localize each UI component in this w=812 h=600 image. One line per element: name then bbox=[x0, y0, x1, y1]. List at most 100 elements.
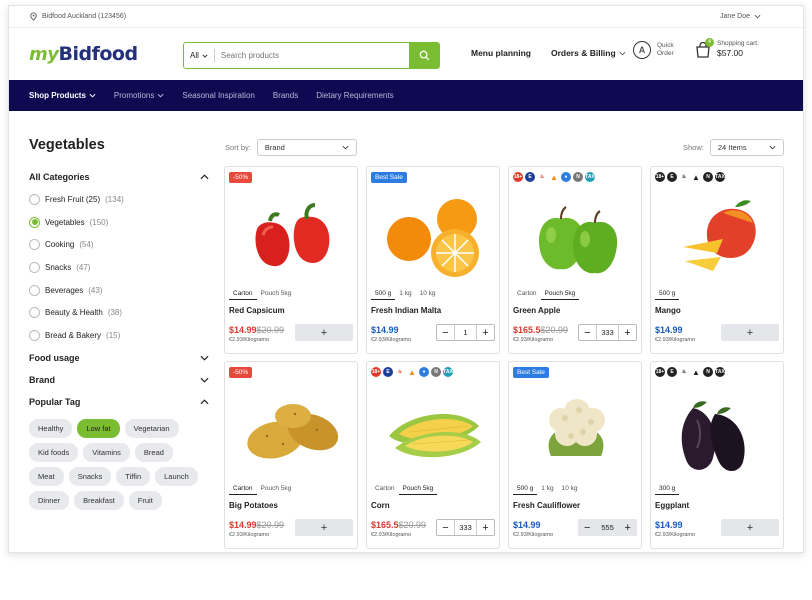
minus-button[interactable]: − bbox=[584, 522, 590, 534]
unit-option[interactable]: 500 g bbox=[513, 483, 538, 495]
product-card[interactable]: 18+ E ♨ ▲ ● N TAX Carton Pouch 5kg Corn $165.5$… bbox=[366, 361, 500, 549]
search-button[interactable] bbox=[409, 43, 439, 68]
unit-option[interactable]: 1 kg bbox=[395, 288, 415, 300]
tag-chip[interactable]: Kid foods bbox=[29, 442, 79, 462]
product-image[interactable] bbox=[229, 380, 355, 482]
unit-option[interactable]: 1 kg bbox=[537, 483, 557, 495]
category-item[interactable]: Vegetables (150) bbox=[29, 211, 209, 234]
product-name[interactable]: Corn bbox=[371, 501, 390, 510]
plus-button[interactable]: + bbox=[619, 325, 636, 340]
product-card[interactable]: 18+ E ♨ ▲ N TAX 300 g Eggplant $14.99 €2.93/K… bbox=[650, 361, 784, 549]
user-menu[interactable]: Jane Doe bbox=[720, 13, 761, 20]
category-item[interactable]: Fresh Fruit (25) (134) bbox=[29, 188, 209, 211]
add-to-cart-button[interactable]: + bbox=[721, 324, 779, 341]
product-name[interactable]: Eggplant bbox=[655, 501, 689, 510]
minus-button[interactable]: − bbox=[437, 325, 454, 340]
category-radio[interactable] bbox=[29, 284, 40, 296]
plus-button[interactable]: + bbox=[477, 520, 494, 535]
location-selector[interactable]: Bidfood Auckland (123456) bbox=[29, 12, 126, 21]
unit-option[interactable]: Pouch 5kg bbox=[398, 483, 438, 495]
product-name[interactable]: Fresh Cauliflower bbox=[513, 501, 580, 510]
unit-option[interactable]: Carton bbox=[371, 483, 399, 495]
category-radio[interactable] bbox=[29, 239, 40, 251]
items-per-page-dropdown[interactable]: 24 Items bbox=[709, 139, 784, 156]
category-radio[interactable] bbox=[29, 307, 40, 319]
plus-button[interactable]: + bbox=[477, 325, 494, 340]
shopping-cart-button[interactable]: 4 Shopping cart: $57.00 bbox=[695, 38, 759, 59]
unit-option[interactable]: Carton bbox=[513, 288, 541, 300]
product-image[interactable] bbox=[229, 185, 355, 287]
tag-chip[interactable]: Breakfast bbox=[74, 490, 124, 510]
tag-chip[interactable]: Launch bbox=[155, 466, 198, 486]
product-name[interactable]: Fresh Indian Malta bbox=[371, 306, 441, 315]
nav-promotions[interactable]: Promotions bbox=[114, 91, 164, 100]
unit-option[interactable]: Pouch 5kg bbox=[540, 288, 580, 300]
quantity-value[interactable]: 333 bbox=[596, 325, 619, 340]
unit-option[interactable]: 500 g bbox=[371, 288, 396, 300]
unit-option[interactable]: Pouch 5kg bbox=[257, 288, 296, 300]
product-name[interactable]: Mango bbox=[655, 306, 681, 315]
nav-seasonal-inspiration[interactable]: Seasonal Inspiration bbox=[182, 91, 255, 100]
product-image[interactable] bbox=[371, 185, 497, 287]
tag-chip[interactable]: Fruit bbox=[128, 490, 162, 510]
product-image[interactable] bbox=[655, 185, 781, 287]
product-card[interactable]: Best Sale 500 g1 kg 10 kg Fresh Cauliflow… bbox=[508, 361, 642, 549]
tag-chip[interactable]: Vegetarian bbox=[124, 418, 179, 438]
category-item[interactable]: Snacks (47) bbox=[29, 256, 209, 279]
add-to-cart-button[interactable]: + bbox=[721, 519, 779, 536]
menu-planning-link[interactable]: Menu planning bbox=[471, 48, 531, 58]
product-card[interactable]: Best Sale 500 g1 kg 10 kg Fresh Indian Ma… bbox=[366, 166, 500, 354]
popular-tag-header[interactable]: Popular Tag bbox=[29, 391, 209, 413]
minus-button[interactable]: − bbox=[437, 520, 454, 535]
quantity-value[interactable]: 555 bbox=[601, 523, 614, 532]
tag-chip[interactable]: Meat bbox=[29, 466, 64, 486]
search-input[interactable] bbox=[214, 51, 409, 60]
product-name[interactable]: Green Apple bbox=[513, 306, 560, 315]
unit-option[interactable]: 10 kg bbox=[416, 288, 440, 300]
nav-shop-products[interactable]: Shop Products bbox=[29, 91, 96, 100]
category-radio[interactable] bbox=[29, 193, 40, 205]
orders-billing-menu[interactable]: Orders & Billing bbox=[551, 48, 626, 58]
tag-chip[interactable]: Bread bbox=[134, 442, 173, 462]
tag-chip[interactable]: Vitamins bbox=[83, 442, 130, 462]
product-image[interactable] bbox=[513, 380, 639, 482]
product-image[interactable] bbox=[655, 380, 781, 482]
nav-dietary-requirements[interactable]: Dietary Requirements bbox=[316, 91, 393, 100]
category-item[interactable]: Bread & Bakery (15) bbox=[29, 324, 209, 347]
product-name[interactable]: Red Capsicum bbox=[229, 306, 285, 315]
category-radio[interactable] bbox=[29, 329, 40, 341]
category-item[interactable]: Beverages (43) bbox=[29, 279, 209, 302]
product-card[interactable]: -50% Carton Pouch 5kg Red Capsicum $14.99… bbox=[224, 166, 358, 354]
product-image[interactable] bbox=[371, 380, 497, 482]
unit-option[interactable]: 10 kg bbox=[558, 483, 582, 495]
product-image[interactable] bbox=[513, 185, 639, 287]
tag-chip[interactable]: Healthy bbox=[29, 418, 73, 438]
product-card[interactable]: 18+ E ♨ ▲ ● N TAX Carton Pouch 5kg Green Apple … bbox=[508, 166, 642, 354]
quick-order-button[interactable]: A Quick Order bbox=[633, 41, 674, 59]
unit-option[interactable]: Carton bbox=[229, 288, 257, 300]
product-card[interactable]: -50% Carton Pouch 5kg Big Potatoes $14.99… bbox=[224, 361, 358, 549]
add-to-cart-button[interactable]: + bbox=[295, 324, 353, 341]
brand-header[interactable]: Brand bbox=[29, 369, 209, 391]
nav-brands[interactable]: Brands bbox=[273, 91, 298, 100]
tag-chip[interactable]: Tiffin bbox=[116, 466, 151, 486]
tag-chip[interactable]: Dinner bbox=[29, 490, 70, 510]
unit-option[interactable]: 500 g bbox=[655, 288, 680, 300]
unit-option[interactable]: Carton bbox=[229, 483, 257, 495]
add-to-cart-button[interactable]: + bbox=[295, 519, 353, 536]
category-radio[interactable] bbox=[29, 216, 40, 228]
quantity-value[interactable]: 333 bbox=[454, 520, 477, 535]
search-scope-dropdown[interactable]: All bbox=[184, 49, 215, 62]
all-categories-header[interactable]: All Categories bbox=[29, 166, 209, 188]
quantity-value[interactable]: 1 bbox=[454, 325, 477, 340]
product-name[interactable]: Big Potatoes bbox=[229, 501, 278, 510]
food-usage-header[interactable]: Food usage bbox=[29, 347, 209, 369]
category-item[interactable]: Beauty & Health (38) bbox=[29, 301, 209, 324]
category-radio[interactable] bbox=[29, 261, 40, 273]
sort-dropdown[interactable]: Brand bbox=[256, 139, 357, 156]
plus-button[interactable]: + bbox=[625, 522, 631, 534]
tag-chip[interactable]: Low fat bbox=[77, 418, 120, 438]
category-item[interactable]: Cooking (54) bbox=[29, 233, 209, 256]
unit-option[interactable]: 300 g bbox=[655, 483, 680, 495]
mybidfood-logo[interactable]: my Bidfood bbox=[29, 43, 138, 65]
